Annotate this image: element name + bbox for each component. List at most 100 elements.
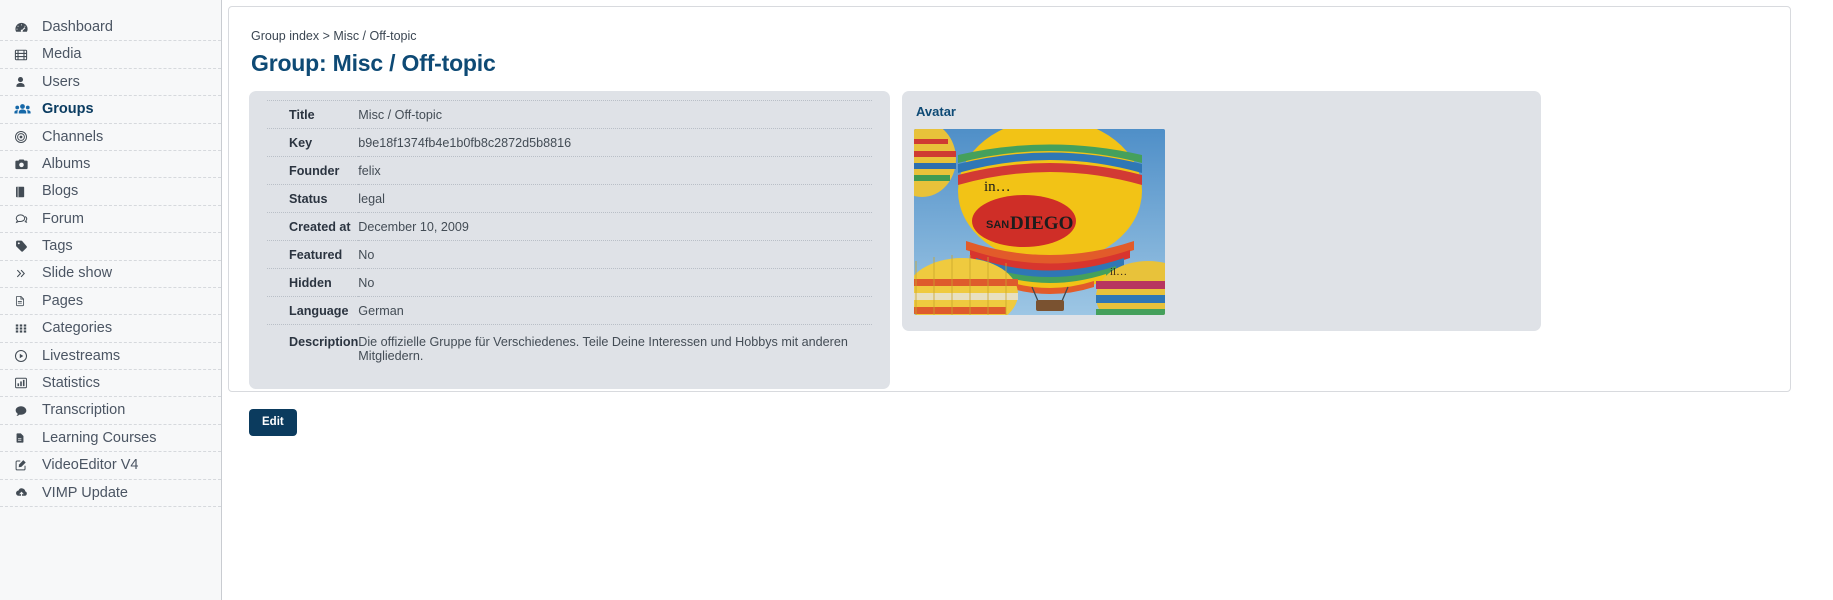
detail-label: Title (289, 107, 315, 122)
sidebar-item-label: Blogs (42, 183, 79, 200)
sidebar-item-media[interactable]: Media (0, 41, 221, 69)
edit-button[interactable]: Edit (249, 409, 297, 436)
breadcrumb-separator: > (322, 29, 330, 43)
cloud-upload-icon (14, 485, 38, 501)
bar-chart-icon (14, 375, 38, 391)
avatar-panel-title: Avatar (916, 104, 956, 119)
sidebar-item-label: Categories (42, 320, 113, 337)
file-text-icon (14, 293, 38, 309)
table-row: Key b9e18f1374fb4e1b0fb8c2872d5b8816 (267, 129, 872, 157)
svg-text:DIEGO: DIEGO (1010, 213, 1073, 234)
main-content: Group index > Misc / Off-topic Group: Mi… (222, 0, 1833, 600)
content-card: Group index > Misc / Off-topic Group: Mi… (228, 6, 1791, 436)
detail-label: Hidden (289, 275, 332, 290)
table-row: Hidden No (267, 269, 872, 297)
sidebar-item-label: VIMP Update (42, 484, 128, 501)
grid-icon (14, 320, 38, 336)
user-icon (14, 74, 38, 90)
comments-icon (14, 211, 38, 227)
sidebar-item-users[interactable]: Users (0, 69, 221, 97)
sidebar-item-slide-show[interactable]: Slide show (0, 261, 221, 288)
table-row: Created at December 10, 2009 (267, 213, 872, 241)
sidebar-item-label: Groups (42, 101, 94, 118)
chevrons-right-icon (14, 266, 38, 282)
detail-value: No (358, 275, 375, 290)
sidebar-item-label: VideoEditor V4 (42, 457, 139, 474)
camera-icon (14, 156, 38, 172)
avatar-panel: Avatar in… SAN DIEGO il… (902, 91, 1541, 331)
sidebar-item-label: Tags (42, 238, 73, 255)
detail-value: Misc / Off-topic (358, 107, 443, 122)
detail-label: Status (289, 191, 328, 206)
sidebar-item-label: Pages (42, 292, 84, 309)
file-lines-icon (14, 430, 38, 446)
detail-label: Key (289, 135, 313, 150)
balloons-illustration: in… SAN DIEGO il… (914, 129, 1165, 315)
sidebar-item-learning-courses[interactable]: Learning Courses (0, 425, 221, 453)
table-row: Title Misc / Off-topic (267, 100, 872, 129)
detail-label: Featured (289, 247, 343, 262)
table-row: Language German (267, 297, 872, 325)
sidebar-item-livestreams[interactable]: Livestreams (0, 343, 221, 371)
group-details-panel: Title Misc / Off-topic Key b9e18f1374fb4e1b… (249, 91, 890, 389)
dashboard-icon (14, 19, 38, 35)
breadcrumb-current: Misc / Off-topic (333, 29, 417, 43)
edit-square-icon (14, 457, 38, 473)
avatar-image: in… SAN DIEGO il… (914, 129, 1165, 315)
sidebar-item-groups[interactable]: Groups (0, 96, 221, 124)
sidebar-item-label: Dashboard (42, 18, 113, 35)
sidebar-item-label: Slide show (42, 265, 113, 282)
detail-value: Die offizielle Gruppe für Verschiedenes.… (358, 335, 848, 363)
sidebar-item-channels[interactable]: Channels (0, 124, 221, 151)
sidebar-item-videoeditor-v4[interactable]: VideoEditor V4 (0, 452, 221, 480)
sidebar-nav: Dashboard Media Users Groups Channels Albums B… (0, 0, 222, 600)
sidebar-item-label: Albums (42, 155, 91, 172)
detail-label: Description (289, 335, 359, 349)
table-row: Featured No (267, 241, 872, 269)
sidebar-item-label: Statistics (42, 375, 101, 392)
tag-icon (14, 238, 38, 254)
play-circle-icon (14, 348, 38, 364)
svg-text:SAN: SAN (986, 219, 1009, 231)
target-icon (14, 129, 38, 145)
table-row: Founder felix (267, 157, 872, 185)
sidebar-item-transcription[interactable]: Transcription (0, 397, 221, 425)
sidebar-item-label: Learning Courses (42, 429, 157, 446)
sidebar-item-tags[interactable]: Tags (0, 233, 221, 261)
users-group-icon (14, 101, 38, 117)
detail-value: No (358, 247, 375, 262)
sidebar-item-label: Transcription (42, 402, 126, 419)
admin-page: Dashboard Media Users Groups Channels Albums B… (0, 0, 1833, 600)
sidebar-item-statistics[interactable]: Statistics (0, 370, 221, 398)
svg-text:in…: in… (984, 179, 1011, 195)
book-icon (14, 184, 38, 200)
sidebar-item-label: Media (42, 46, 82, 63)
sidebar-item-categories[interactable]: Categories (0, 315, 221, 343)
sidebar-item-label: Channels (42, 128, 104, 145)
sidebar-item-vimp-update[interactable]: VIMP Update (0, 480, 221, 508)
comment-icon (14, 403, 38, 419)
table-row: Description Die offizielle Gruppe für Ver… (267, 325, 872, 374)
group-details-table: Title Misc / Off-topic Key b9e18f1374fb4e1b… (267, 100, 872, 373)
detail-value: December 10, 2009 (358, 219, 469, 234)
detail-value: felix (358, 163, 381, 178)
sidebar-item-blogs[interactable]: Blogs (0, 178, 221, 206)
page-title: Group: Misc / Off-topic (251, 50, 496, 76)
table-row: Status legal (267, 185, 872, 213)
detail-label: Created at (289, 219, 351, 234)
sidebar-item-label: Users (42, 73, 80, 90)
sidebar-item-forum[interactable]: Forum (0, 206, 221, 234)
detail-label: Founder (289, 163, 340, 178)
sidebar-item-dashboard[interactable]: Dashboard (0, 14, 221, 42)
breadcrumb: Group index > Misc / Off-topic (249, 29, 1770, 43)
svg-text:il…: il… (1110, 266, 1127, 278)
sidebar-item-albums[interactable]: Albums (0, 151, 221, 179)
breadcrumb-root-link[interactable]: Group index (251, 29, 319, 43)
detail-value: German (358, 303, 404, 318)
film-icon (14, 47, 38, 63)
sidebar-item-pages[interactable]: Pages (0, 288, 221, 316)
sidebar-item-label: Livestreams (42, 347, 121, 364)
panels-row: Title Misc / Off-topic Key b9e18f1374fb4e1b… (249, 91, 1770, 389)
detail-label: Language (289, 303, 349, 318)
sidebar-item-label: Forum (42, 210, 84, 227)
